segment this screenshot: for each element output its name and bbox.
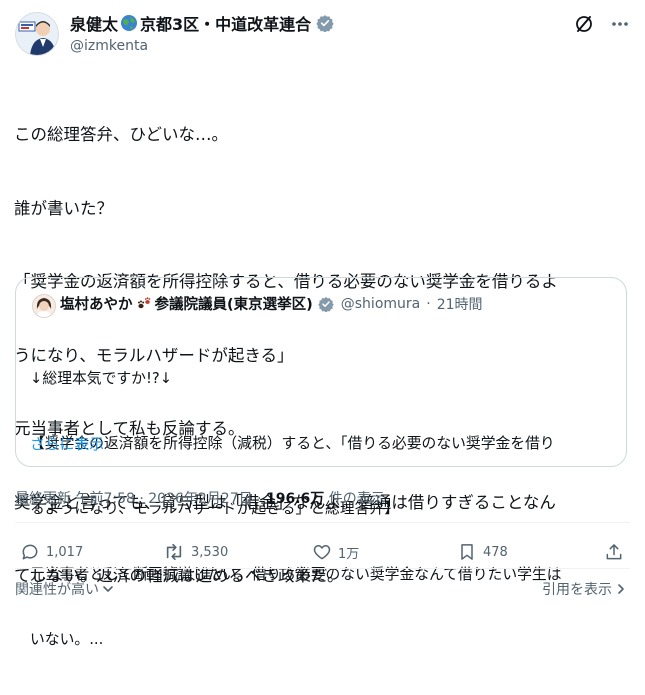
share-icon [604, 542, 624, 562]
reply-icon [20, 542, 40, 562]
quoted-line: 【奨学金の返済額を所得控除（減税）すると、「借りる必要のない奨学金を借り [30, 434, 555, 452]
heart-icon [312, 542, 332, 562]
quoted-name-part1[interactable]: 塩村あやか [60, 293, 133, 314]
views-suffix: 件の表示 [328, 491, 385, 507]
repost-button[interactable]: 3,530 [163, 542, 228, 562]
woman-portrait-icon [33, 295, 55, 317]
quoted-separator: · [426, 295, 431, 312]
post-time[interactable]: 午前7:58 [75, 491, 134, 507]
divider [15, 568, 630, 569]
divider [15, 522, 630, 523]
sort-label: 関連性が高い [15, 582, 99, 598]
post-line: 誰が書いた？ [14, 198, 113, 218]
quoted-time[interactable]: 21時間 [437, 294, 483, 314]
like-button[interactable]: 1万 [312, 542, 359, 562]
quoted-line: いない。... [30, 631, 104, 649]
more-options-icon[interactable] [610, 14, 630, 34]
quoted-header: 塩村あやか 参議院議員(東京選挙区) @shiomura · 21時間 [60, 293, 483, 314]
last-updated-label: 最終更新 [15, 491, 71, 507]
quoted-line: ↓総理本気ですか!?↓ [30, 369, 173, 387]
show-more-link[interactable]: さらに表示 [30, 433, 104, 454]
view-quotes-link[interactable]: 引用を表示 [542, 579, 627, 599]
author-avatar[interactable] [15, 12, 59, 56]
grok-icon[interactable] [574, 14, 594, 34]
verified-badge-icon [316, 14, 334, 32]
chevron-down-icon [101, 582, 115, 596]
quoted-author-avatar[interactable] [32, 294, 56, 318]
person-illustration-icon [16, 13, 58, 55]
quoted-body: ↓総理本気ですか!?↓ 【奨学金の返済額を所得控除（減税）すると、「借りる必要の… [30, 324, 620, 695]
meta-separator: · [139, 491, 144, 507]
bookmark-count: 478 [483, 544, 508, 560]
like-count: 1万 [338, 546, 360, 562]
repost-count: 3,530 [191, 544, 229, 560]
share-button[interactable] [604, 542, 624, 562]
meta-separator: · [257, 491, 262, 507]
reply-count: 1,017 [46, 544, 84, 560]
post-line: この総理答弁、ひどいな…。 [14, 125, 229, 144]
chevron-right-icon [615, 582, 627, 596]
repost-icon [163, 542, 185, 562]
author-name-row[interactable]: 泉健太 京都3区・中道改革連合 [70, 10, 334, 36]
quoted-handle[interactable]: @shiomura [341, 296, 420, 312]
reply-button[interactable]: 1,017 [20, 542, 83, 562]
author-name-part1[interactable]: 泉健太 [70, 11, 118, 35]
quoted-name-part2[interactable]: 参議院議員(東京選挙区) [155, 293, 313, 314]
bookmark-button[interactable]: 478 [457, 542, 508, 562]
top-icons [574, 14, 630, 34]
earth-globe-icon [120, 14, 138, 32]
paw-prints-icon [136, 296, 152, 312]
quoted-post-card[interactable]: 塩村あやか 参議院議員(東京選挙区) @shiomura · 21時間 ↓総理本… [15, 277, 627, 648]
sort-relevance-dropdown[interactable]: 関連性が高い [15, 579, 115, 599]
post-date[interactable]: 2026年2月27日 [148, 491, 252, 507]
post-meta: 最終更新 午前7:58 · 2026年2月27日 · 196.6万 件の表示 [15, 488, 385, 508]
views-count: 196.6万 [265, 491, 325, 507]
bookmark-icon [457, 542, 477, 562]
author-name-part2[interactable]: 京都3区・中道改革連合 [140, 11, 311, 35]
author-handle[interactable]: @izmkenta [70, 38, 148, 54]
view-quotes-label: 引用を表示 [542, 582, 612, 598]
verified-badge-icon [318, 296, 334, 312]
